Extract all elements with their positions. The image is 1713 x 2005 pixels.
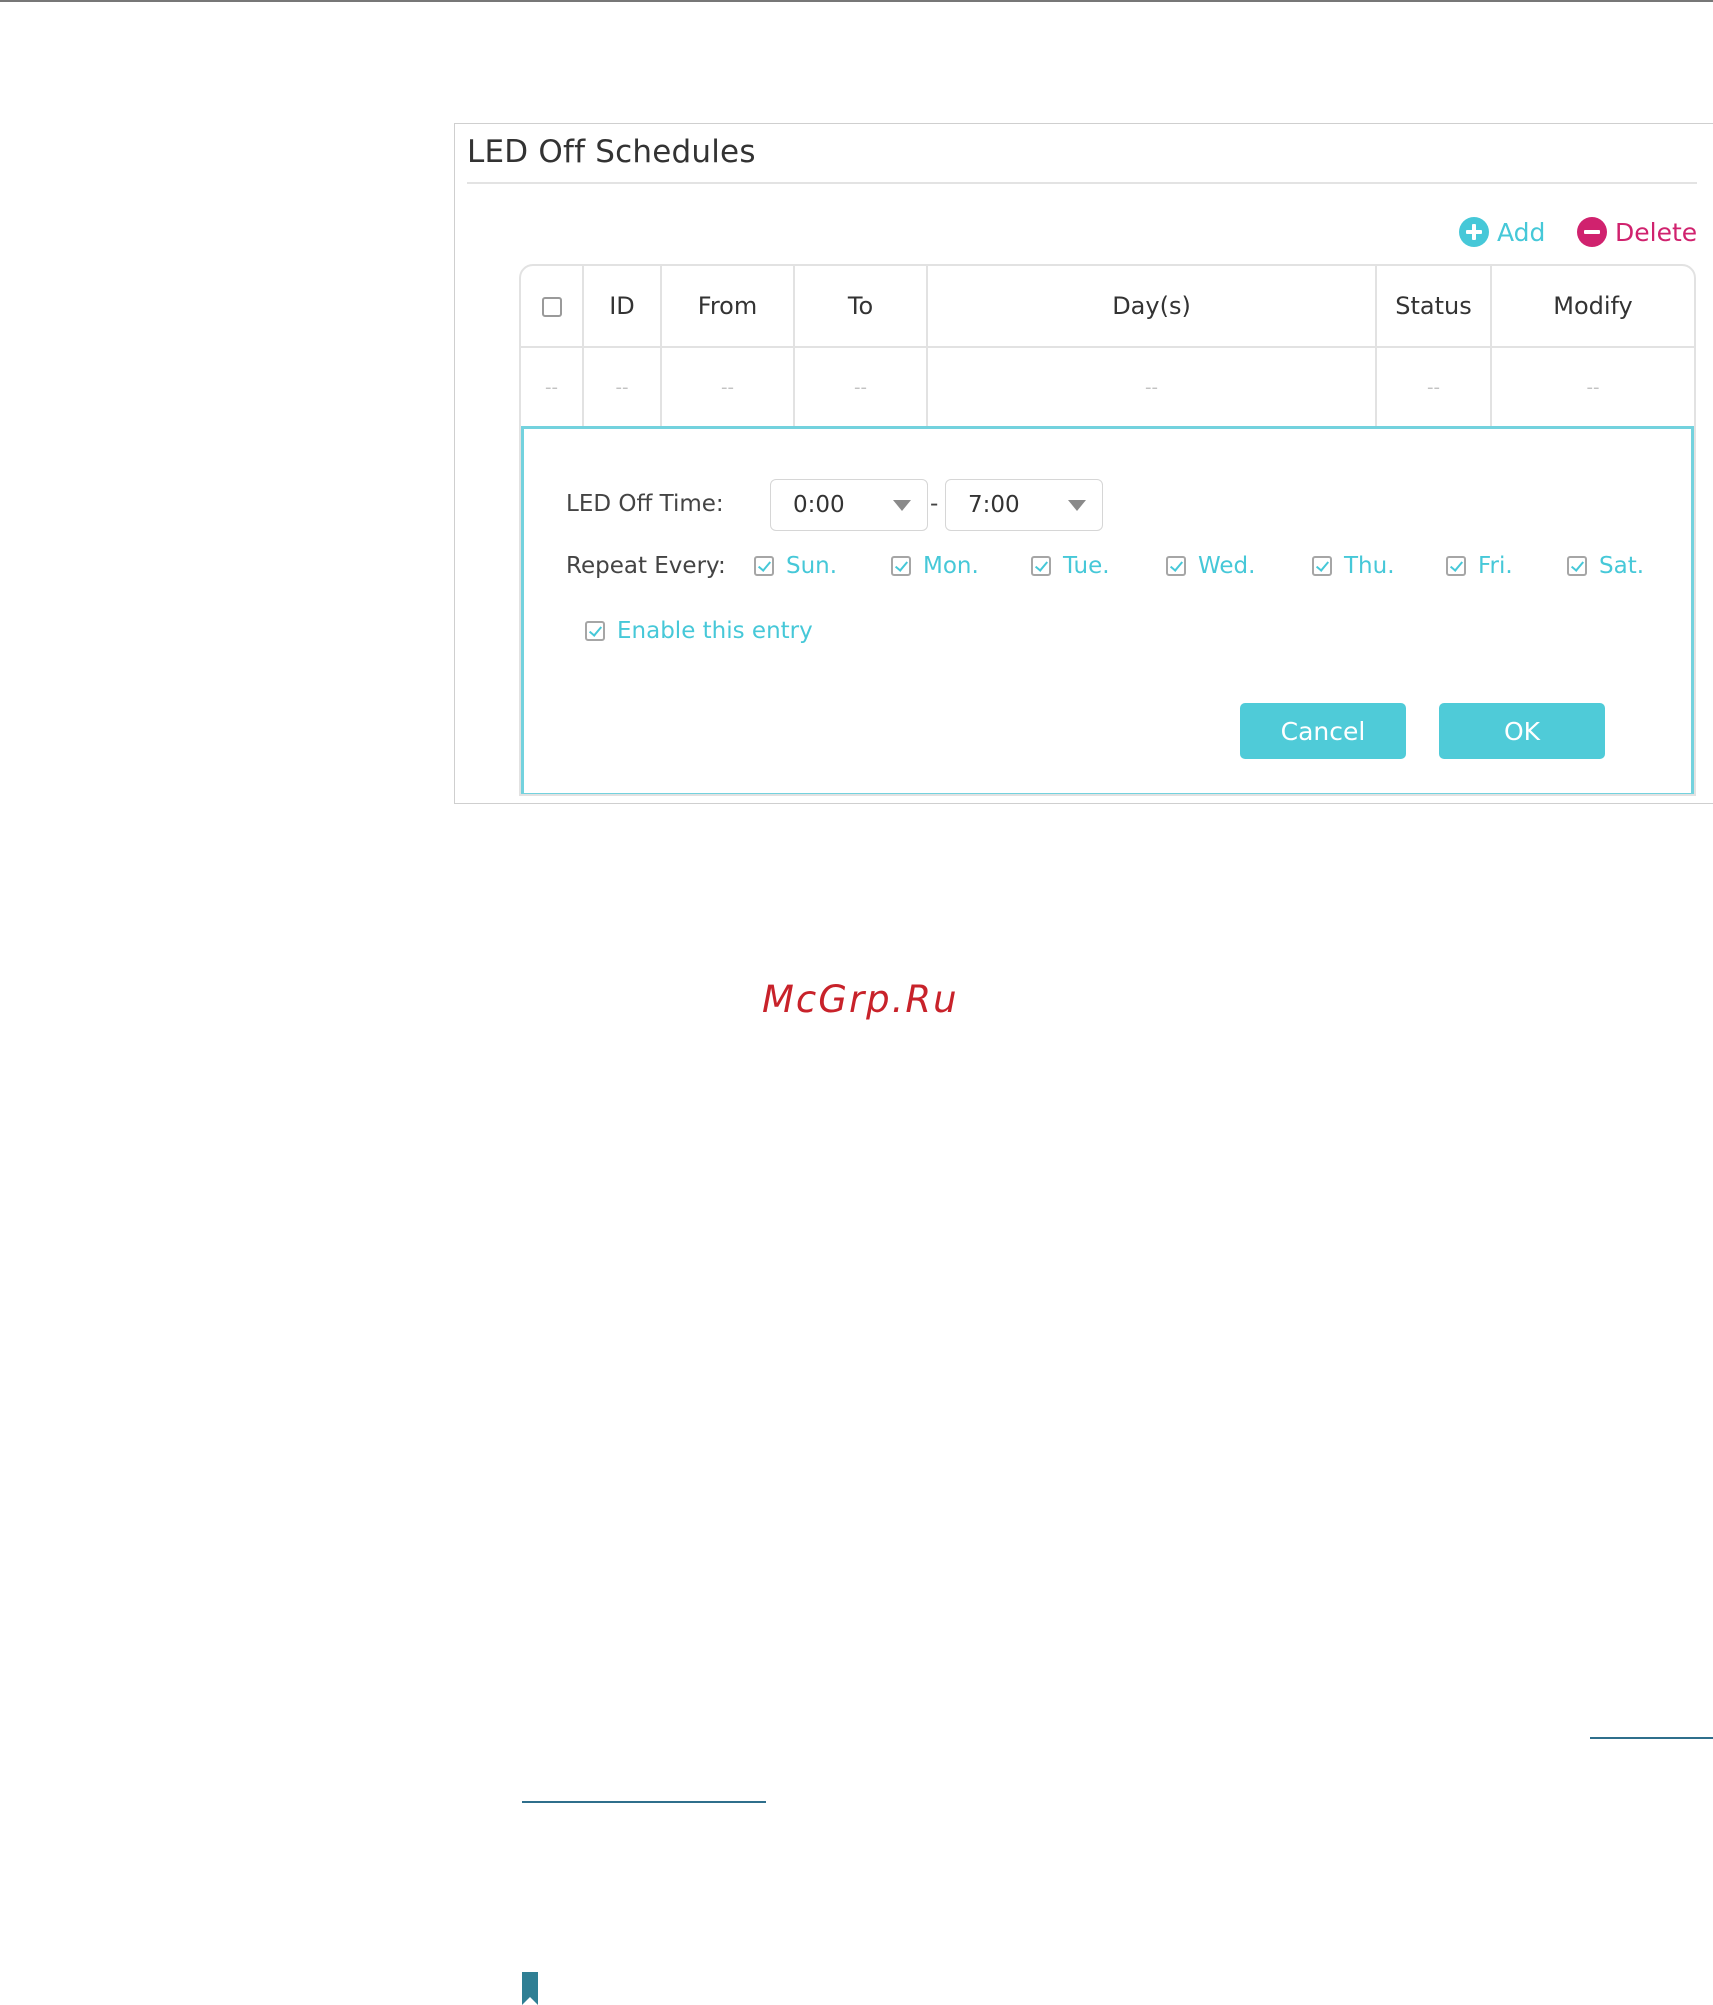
cancel-button[interactable]: Cancel <box>1240 703 1406 759</box>
day-checkbox-sat[interactable]: Sat. <box>1567 553 1644 579</box>
column-header-to: To <box>794 266 928 348</box>
enable-entry-label: Enable this entry <box>617 618 813 644</box>
chevron-down-icon <box>1068 500 1086 511</box>
plus-circle-icon <box>1459 217 1489 247</box>
from-time-select[interactable]: 0:00 <box>770 479 928 531</box>
table-cell: -- <box>521 347 584 426</box>
from-time-value: 0:00 <box>793 492 845 518</box>
day-checkbox-sun[interactable]: Sun. <box>754 553 837 579</box>
ok-button[interactable]: OK <box>1439 703 1605 759</box>
column-header-from: From <box>661 266 795 348</box>
column-header-status: Status <box>1376 266 1492 348</box>
led-off-time-label: LED Off Time: <box>566 491 724 517</box>
select-all-checkbox[interactable] <box>541 297 562 317</box>
column-header-id: ID <box>583 266 662 348</box>
checkbox-checked-icon[interactable] <box>891 556 911 576</box>
checkbox-checked-icon[interactable] <box>1166 556 1186 576</box>
time-separator: - <box>930 491 939 517</box>
to-time-value: 7:00 <box>968 492 1020 518</box>
day-label: Tue. <box>1063 553 1110 579</box>
table-cell: -- <box>661 347 795 426</box>
checkbox-checked-icon[interactable] <box>754 556 774 576</box>
minus-circle-icon <box>1577 217 1607 247</box>
column-header-modify: Modify <box>1491 266 1694 348</box>
day-label: Sun. <box>786 553 838 579</box>
column-header-days: Day(s) <box>927 266 1377 348</box>
table-cell: -- <box>1586 376 1600 398</box>
day-label: Mon. <box>923 553 979 579</box>
to-time-select[interactable]: 7:00 <box>945 479 1103 531</box>
schedule-edit-form: LED Off Time: 0:00 - 7:00 Repeat Every: … <box>521 426 1694 794</box>
delete-label: Delete <box>1615 217 1698 247</box>
watermark: McGrp.Ru <box>762 978 959 1021</box>
link-underline[interactable] <box>522 1801 766 1803</box>
enable-entry-checkbox[interactable]: Enable this entry <box>585 618 813 644</box>
schedule-table: ID From To Day(s) Status Modify -- -- --… <box>519 264 1696 796</box>
select-all-cell <box>521 266 584 348</box>
link-underline[interactable] <box>1590 1737 1713 1739</box>
table-row: -- -- -- -- -- -- -- <box>521 347 1694 426</box>
day-label: Sat. <box>1599 553 1645 579</box>
top-divider <box>0 0 1713 2</box>
bookmark-icon <box>522 1972 538 2005</box>
checkbox-checked-icon[interactable] <box>1312 556 1332 576</box>
add-label: Add <box>1497 217 1546 247</box>
day-checkbox-mon[interactable]: Mon. <box>891 553 979 579</box>
day-checkbox-wed[interactable]: Wed. <box>1166 553 1255 579</box>
day-label: Thu. <box>1344 553 1395 579</box>
checkbox-checked-icon[interactable] <box>585 621 605 641</box>
day-checkbox-tue[interactable]: Tue. <box>1031 553 1110 579</box>
repeat-every-label: Repeat Every: <box>566 553 726 579</box>
checkbox-checked-icon[interactable] <box>1446 556 1466 576</box>
day-label: Fri. <box>1478 553 1513 579</box>
table-header-row: ID From To Day(s) Status Modify <box>521 266 1694 348</box>
table-cell: -- <box>794 347 928 426</box>
add-button[interactable]: Add <box>1459 214 1545 250</box>
day-checkbox-fri[interactable]: Fri. <box>1446 553 1513 579</box>
day-label: Wed. <box>1198 553 1256 579</box>
table-cell: -- <box>1376 347 1492 426</box>
checkbox-checked-icon[interactable] <box>1031 556 1051 576</box>
checkbox-checked-icon[interactable] <box>1567 556 1587 576</box>
delete-button[interactable]: Delete <box>1577 214 1697 250</box>
chevron-down-icon <box>893 500 911 511</box>
led-off-schedules-panel: LED Off Schedules Add Delete ID From To <box>454 123 1713 804</box>
panel-title: LED Off Schedules <box>467 134 756 170</box>
day-checkbox-thu[interactable]: Thu. <box>1312 553 1395 579</box>
title-divider <box>467 182 1697 184</box>
table-cell: -- <box>583 347 662 426</box>
table-cell: -- <box>927 347 1377 426</box>
